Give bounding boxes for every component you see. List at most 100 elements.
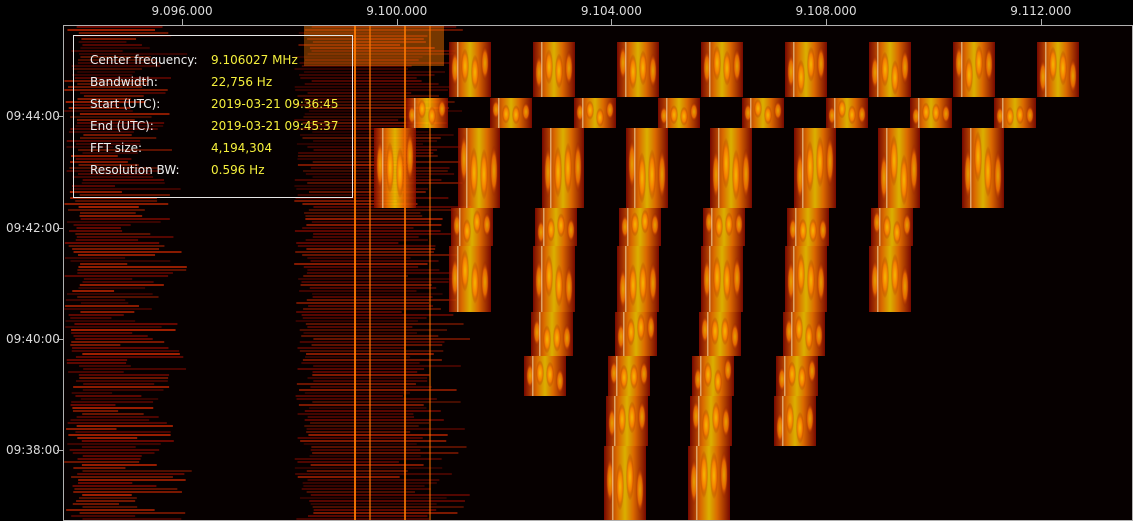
noise-streak bbox=[70, 260, 171, 262]
ofdm-subcarrier bbox=[651, 212, 659, 238]
noise-streak bbox=[73, 335, 148, 337]
ofdm-subcarrier bbox=[438, 99, 446, 119]
ofdm-subcarrier bbox=[639, 50, 647, 86]
noise-streak bbox=[297, 245, 436, 247]
noise-streak bbox=[78, 266, 187, 268]
ofdm-pilot bbox=[625, 246, 627, 312]
ofdm-subcarrier bbox=[700, 450, 708, 499]
ofdm-subcarrier bbox=[724, 357, 732, 383]
noise-streak bbox=[296, 311, 402, 313]
noise-streak bbox=[306, 470, 408, 472]
noise-streak bbox=[313, 512, 458, 514]
ofdm-subcarrier bbox=[764, 105, 772, 125]
ofdm-pilot bbox=[793, 42, 795, 97]
noise-streak bbox=[73, 386, 170, 388]
ofdm-pilot bbox=[711, 208, 713, 246]
ofdm-pilot bbox=[961, 42, 963, 97]
ofdm-pilot bbox=[582, 98, 584, 128]
noise-streak bbox=[306, 491, 415, 493]
ofdm-subcarrier bbox=[891, 253, 899, 296]
ofdm-subcarrier bbox=[901, 265, 909, 308]
ofdm-subcarrier bbox=[799, 218, 807, 243]
ofdm-pilot bbox=[782, 396, 784, 446]
ofdm-pilot bbox=[879, 208, 881, 246]
noise-streak bbox=[71, 341, 165, 343]
noise-streak bbox=[298, 278, 455, 280]
noise-streak bbox=[307, 479, 440, 481]
noise-streak bbox=[303, 266, 419, 268]
ofdm-subcarrier bbox=[545, 254, 553, 298]
noise-streak bbox=[304, 419, 444, 421]
ofdm-subcarrier bbox=[903, 212, 911, 238]
ofdm-subcarrier bbox=[807, 258, 815, 302]
ofdm-subcarrier bbox=[1049, 46, 1057, 82]
info-value: 4,194,304 bbox=[211, 141, 273, 155]
ofdm-subcarrier bbox=[461, 48, 469, 84]
x-tick-label: 9.096.000 bbox=[151, 4, 213, 18]
x-tick-label: 9.104.000 bbox=[580, 4, 642, 18]
x-tick-mark bbox=[396, 19, 398, 26]
info-value: 2019-03-21 09:45:37 bbox=[211, 119, 339, 133]
noise-streak bbox=[305, 218, 443, 220]
noise-streak bbox=[70, 404, 116, 406]
ofdm-pilot bbox=[834, 98, 836, 128]
ofdm-subcarrier bbox=[713, 45, 721, 81]
ofdm-subcarrier bbox=[714, 369, 722, 395]
noise-streak bbox=[75, 200, 158, 202]
ofdm-pilot bbox=[382, 128, 384, 208]
noise-streak bbox=[310, 494, 470, 496]
ofdm-subcarrier bbox=[1026, 105, 1034, 125]
ofdm-pilot bbox=[541, 42, 543, 97]
noise-streak bbox=[77, 458, 141, 460]
noise-streak bbox=[299, 290, 417, 292]
noise-streak bbox=[78, 497, 137, 499]
noise-streak bbox=[301, 281, 449, 283]
noise-streak bbox=[77, 269, 187, 271]
x-tick-mark bbox=[826, 19, 828, 26]
ofdm-subcarrier bbox=[932, 103, 940, 123]
noise-streak bbox=[297, 461, 399, 463]
ofdm-subcarrier bbox=[797, 253, 805, 296]
noise-streak bbox=[74, 323, 178, 325]
ofdm-pilot bbox=[784, 356, 786, 396]
ofdm-subcarrier bbox=[1016, 105, 1024, 125]
ofdm-pilot bbox=[707, 312, 709, 356]
noise-streak bbox=[308, 515, 428, 517]
noise-streak bbox=[304, 425, 419, 427]
ofdm-subcarrier bbox=[471, 261, 479, 304]
ofdm-subcarrier bbox=[428, 106, 436, 126]
noise-streak bbox=[68, 245, 165, 247]
noise-streak bbox=[295, 473, 452, 475]
noise-streak bbox=[65, 320, 136, 322]
noise-streak bbox=[82, 353, 180, 355]
ofdm-subcarrier bbox=[481, 45, 489, 81]
noise-streak bbox=[313, 509, 437, 511]
ofdm-pilot bbox=[696, 446, 698, 520]
noise-streak bbox=[72, 410, 119, 412]
info-label: End (UTC): bbox=[90, 119, 154, 133]
x-tick-label: 9.100.000 bbox=[366, 4, 428, 18]
info-value: 2019-03-21 09:36:45 bbox=[211, 97, 339, 111]
noise-streak bbox=[74, 488, 178, 490]
noise-streak bbox=[79, 215, 143, 217]
noise-streak bbox=[310, 260, 439, 262]
noise-streak bbox=[302, 359, 442, 361]
ofdm-subcarrier bbox=[490, 145, 498, 197]
noise-streak bbox=[299, 389, 457, 391]
noise-streak bbox=[300, 440, 447, 442]
noise-streak bbox=[300, 284, 432, 286]
ofdm-subcarrier bbox=[563, 323, 571, 352]
info-label: FFT size: bbox=[90, 141, 143, 155]
noise-streak bbox=[306, 224, 442, 226]
noise-streak bbox=[307, 377, 428, 379]
noise-streak bbox=[304, 392, 411, 394]
y-tick-label: 09:40:00 bbox=[6, 331, 60, 346]
ofdm-subcarrier bbox=[670, 105, 678, 125]
ofdm-subcarrier bbox=[735, 212, 743, 237]
noise-streak bbox=[83, 368, 187, 370]
ofdm-subcarrier bbox=[858, 104, 866, 125]
noise-streak bbox=[66, 428, 117, 430]
ofdm-subcarrier bbox=[536, 360, 544, 386]
noise-streak bbox=[312, 371, 418, 373]
noise-streak bbox=[82, 518, 182, 520]
